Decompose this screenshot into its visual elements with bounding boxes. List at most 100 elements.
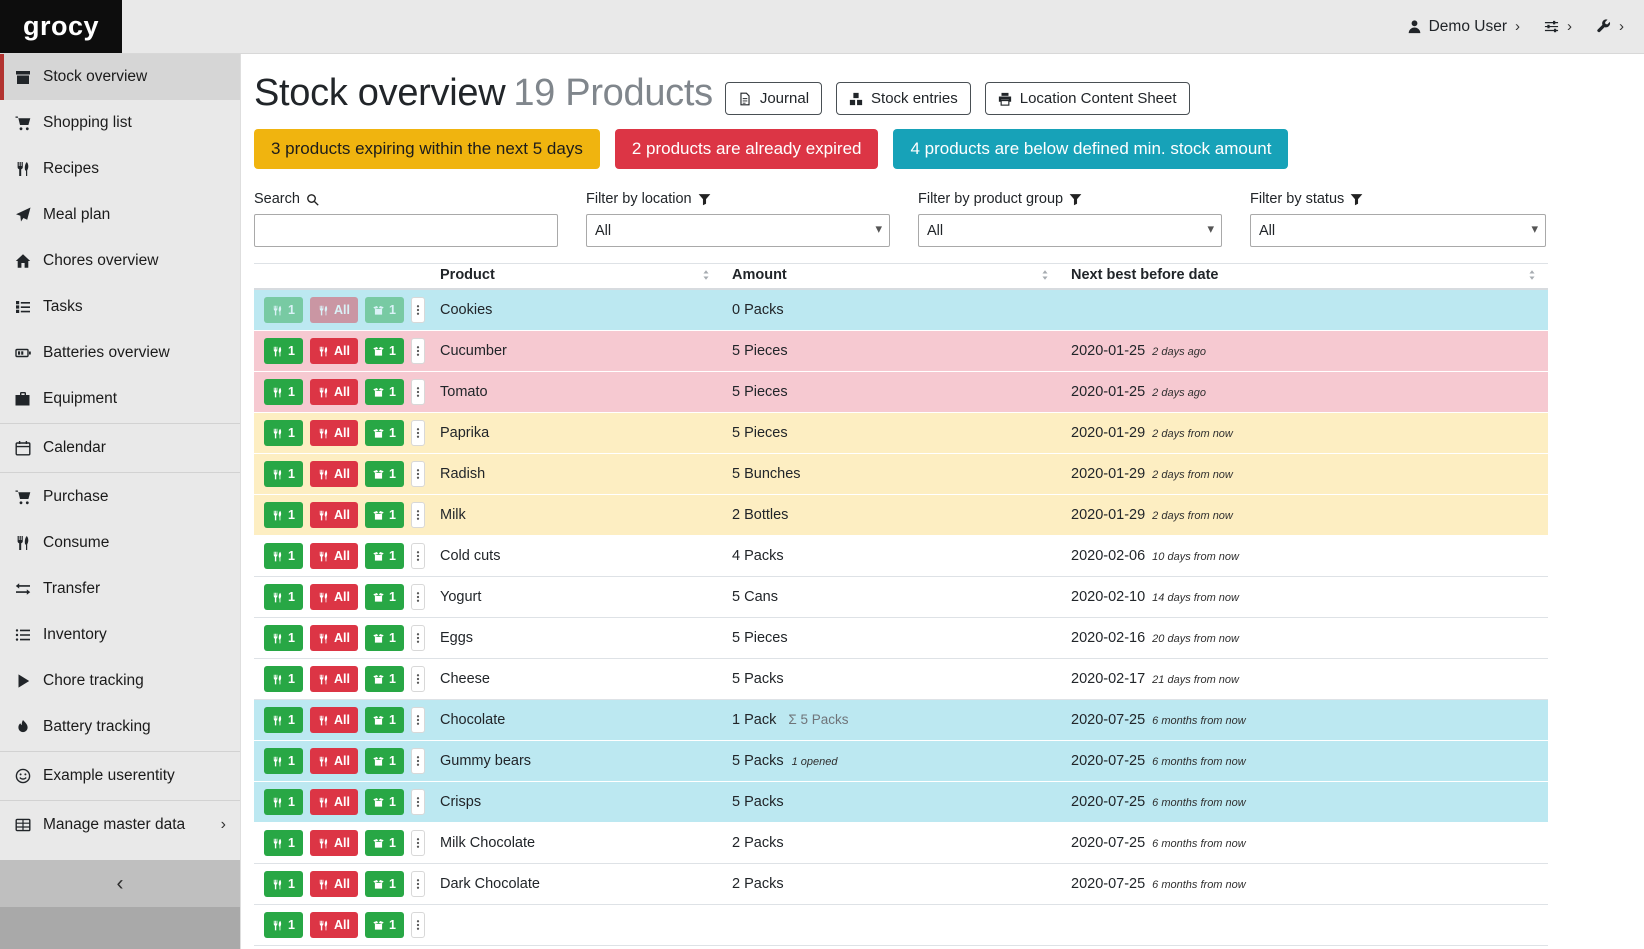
open-one-button[interactable]: 1 [365, 625, 404, 651]
consume-all-button[interactable]: All [310, 625, 358, 651]
consume-one-button[interactable]: 1 [264, 707, 303, 733]
sidebar-item-batteries-overview[interactable]: Batteries overview [0, 330, 240, 376]
consume-all-button[interactable]: All [310, 830, 358, 856]
open-one-button[interactable]: 1 [365, 666, 404, 692]
consume-one-button[interactable]: 1 [264, 666, 303, 692]
sort-icon[interactable] [700, 269, 712, 281]
row-menu-button[interactable] [411, 461, 425, 487]
expiring-products-banner[interactable]: 3 products expiring within the next 5 da… [254, 129, 600, 169]
row-menu-button[interactable] [411, 666, 425, 692]
brand-logo[interactable]: grocy [0, 0, 122, 53]
consume-all-button[interactable]: All [310, 461, 358, 487]
open-one-button[interactable]: 1 [365, 789, 404, 815]
open-one-button[interactable]: 1 [365, 297, 404, 323]
consume-one-button[interactable]: 1 [264, 871, 303, 897]
sidebar-item-tasks[interactable]: Tasks [0, 284, 240, 330]
column-header-product[interactable]: Product [430, 264, 722, 290]
consume-all-button[interactable]: All [310, 748, 358, 774]
expired-products-banner[interactable]: 2 products are already expired [615, 129, 879, 169]
row-menu-button[interactable] [411, 625, 425, 651]
open-one-button[interactable]: 1 [365, 379, 404, 405]
sidebar-item-inventory[interactable]: Inventory [0, 612, 240, 658]
consume-all-button[interactable]: All [310, 666, 358, 692]
admin-menu[interactable]: › [1596, 18, 1624, 35]
journal-button[interactable]: Journal [725, 82, 822, 115]
consume-all-button[interactable]: All [310, 338, 358, 364]
below-min-stock-banner[interactable]: 4 products are below defined min. stock … [893, 129, 1288, 169]
row-menu-button[interactable] [411, 502, 425, 528]
sort-icon[interactable] [1526, 269, 1538, 281]
row-menu-button[interactable] [411, 830, 425, 856]
sidebar-item-chore-tracking[interactable]: Chore tracking [0, 658, 240, 704]
open-one-button[interactable]: 1 [365, 707, 404, 733]
open-one-button[interactable]: 1 [365, 338, 404, 364]
status-filter-select[interactable]: All [1250, 214, 1546, 247]
consume-one-button[interactable]: 1 [264, 420, 303, 446]
sidebar-item-recipes[interactable]: Recipes [0, 146, 240, 192]
open-one-button[interactable]: 1 [365, 871, 404, 897]
open-one-button[interactable]: 1 [365, 420, 404, 446]
sidebar-item-equipment[interactable]: Equipment [0, 376, 240, 422]
consume-all-button[interactable]: All [310, 789, 358, 815]
consume-all-button[interactable]: All [310, 707, 358, 733]
consume-all-button[interactable]: All [310, 297, 358, 323]
row-menu-button[interactable] [411, 543, 425, 569]
consume-all-button[interactable]: All [310, 584, 358, 610]
sidebar-item-manage-master-data[interactable]: Manage master data› [0, 802, 240, 848]
row-menu-button[interactable] [411, 379, 425, 405]
product-group-filter-select[interactable]: All [918, 214, 1222, 247]
consume-one-button[interactable]: 1 [264, 830, 303, 856]
settings-menu[interactable]: › [1544, 18, 1572, 35]
user-menu[interactable]: Demo User › [1407, 18, 1520, 36]
location-filter-select[interactable]: All [586, 214, 890, 247]
consume-one-button[interactable]: 1 [264, 338, 303, 364]
open-one-button[interactable]: 1 [365, 543, 404, 569]
consume-all-button[interactable]: All [310, 871, 358, 897]
consume-one-button[interactable]: 1 [264, 748, 303, 774]
column-header-best-before-date[interactable]: Next best before date [1061, 264, 1548, 290]
consume-all-button[interactable]: All [310, 420, 358, 446]
location-content-sheet-button[interactable]: Location Content Sheet [985, 82, 1190, 115]
row-menu-button[interactable] [411, 584, 425, 610]
stock-entries-button[interactable]: Stock entries [836, 82, 971, 115]
consume-all-button[interactable]: All [310, 543, 358, 569]
row-menu-button[interactable] [411, 297, 425, 323]
row-menu-button[interactable] [411, 338, 425, 364]
sidebar-item-meal-plan[interactable]: Meal plan [0, 192, 240, 238]
open-one-button[interactable]: 1 [365, 912, 404, 938]
sidebar-item-chores-overview[interactable]: Chores overview [0, 238, 240, 284]
row-menu-button[interactable] [411, 420, 425, 446]
consume-one-button[interactable]: 1 [264, 461, 303, 487]
open-one-button[interactable]: 1 [365, 584, 404, 610]
sidebar-item-shopping-list[interactable]: Shopping list [0, 100, 240, 146]
sort-icon[interactable] [1039, 269, 1051, 281]
consume-one-button[interactable]: 1 [264, 584, 303, 610]
open-one-button[interactable]: 1 [365, 830, 404, 856]
row-menu-button[interactable] [411, 789, 425, 815]
consume-one-button[interactable]: 1 [264, 912, 303, 938]
open-one-button[interactable]: 1 [365, 502, 404, 528]
sidebar-item-calendar[interactable]: Calendar [0, 425, 240, 471]
consume-all-button[interactable]: All [310, 502, 358, 528]
row-menu-button[interactable] [411, 912, 425, 938]
consume-one-button[interactable]: 1 [264, 297, 303, 323]
sidebar-item-example-userentity[interactable]: Example userentity [0, 753, 240, 799]
row-menu-button[interactable] [411, 707, 425, 733]
consume-one-button[interactable]: 1 [264, 625, 303, 651]
sidebar-item-transfer[interactable]: Transfer [0, 566, 240, 612]
search-input[interactable] [254, 214, 558, 247]
column-header-amount[interactable]: Amount [722, 264, 1061, 290]
open-one-button[interactable]: 1 [365, 461, 404, 487]
sidebar-item-stock-overview[interactable]: Stock overview [0, 54, 240, 100]
consume-one-button[interactable]: 1 [264, 543, 303, 569]
row-menu-button[interactable] [411, 748, 425, 774]
sidebar-item-consume[interactable]: Consume [0, 520, 240, 566]
open-one-button[interactable]: 1 [365, 748, 404, 774]
sidebar-item-purchase[interactable]: Purchase [0, 474, 240, 520]
sidebar-collapse-button[interactable]: ‹ [0, 860, 240, 907]
consume-one-button[interactable]: 1 [264, 379, 303, 405]
sidebar-item-battery-tracking[interactable]: Battery tracking [0, 704, 240, 750]
consume-all-button[interactable]: All [310, 912, 358, 938]
consume-one-button[interactable]: 1 [264, 502, 303, 528]
consume-one-button[interactable]: 1 [264, 789, 303, 815]
